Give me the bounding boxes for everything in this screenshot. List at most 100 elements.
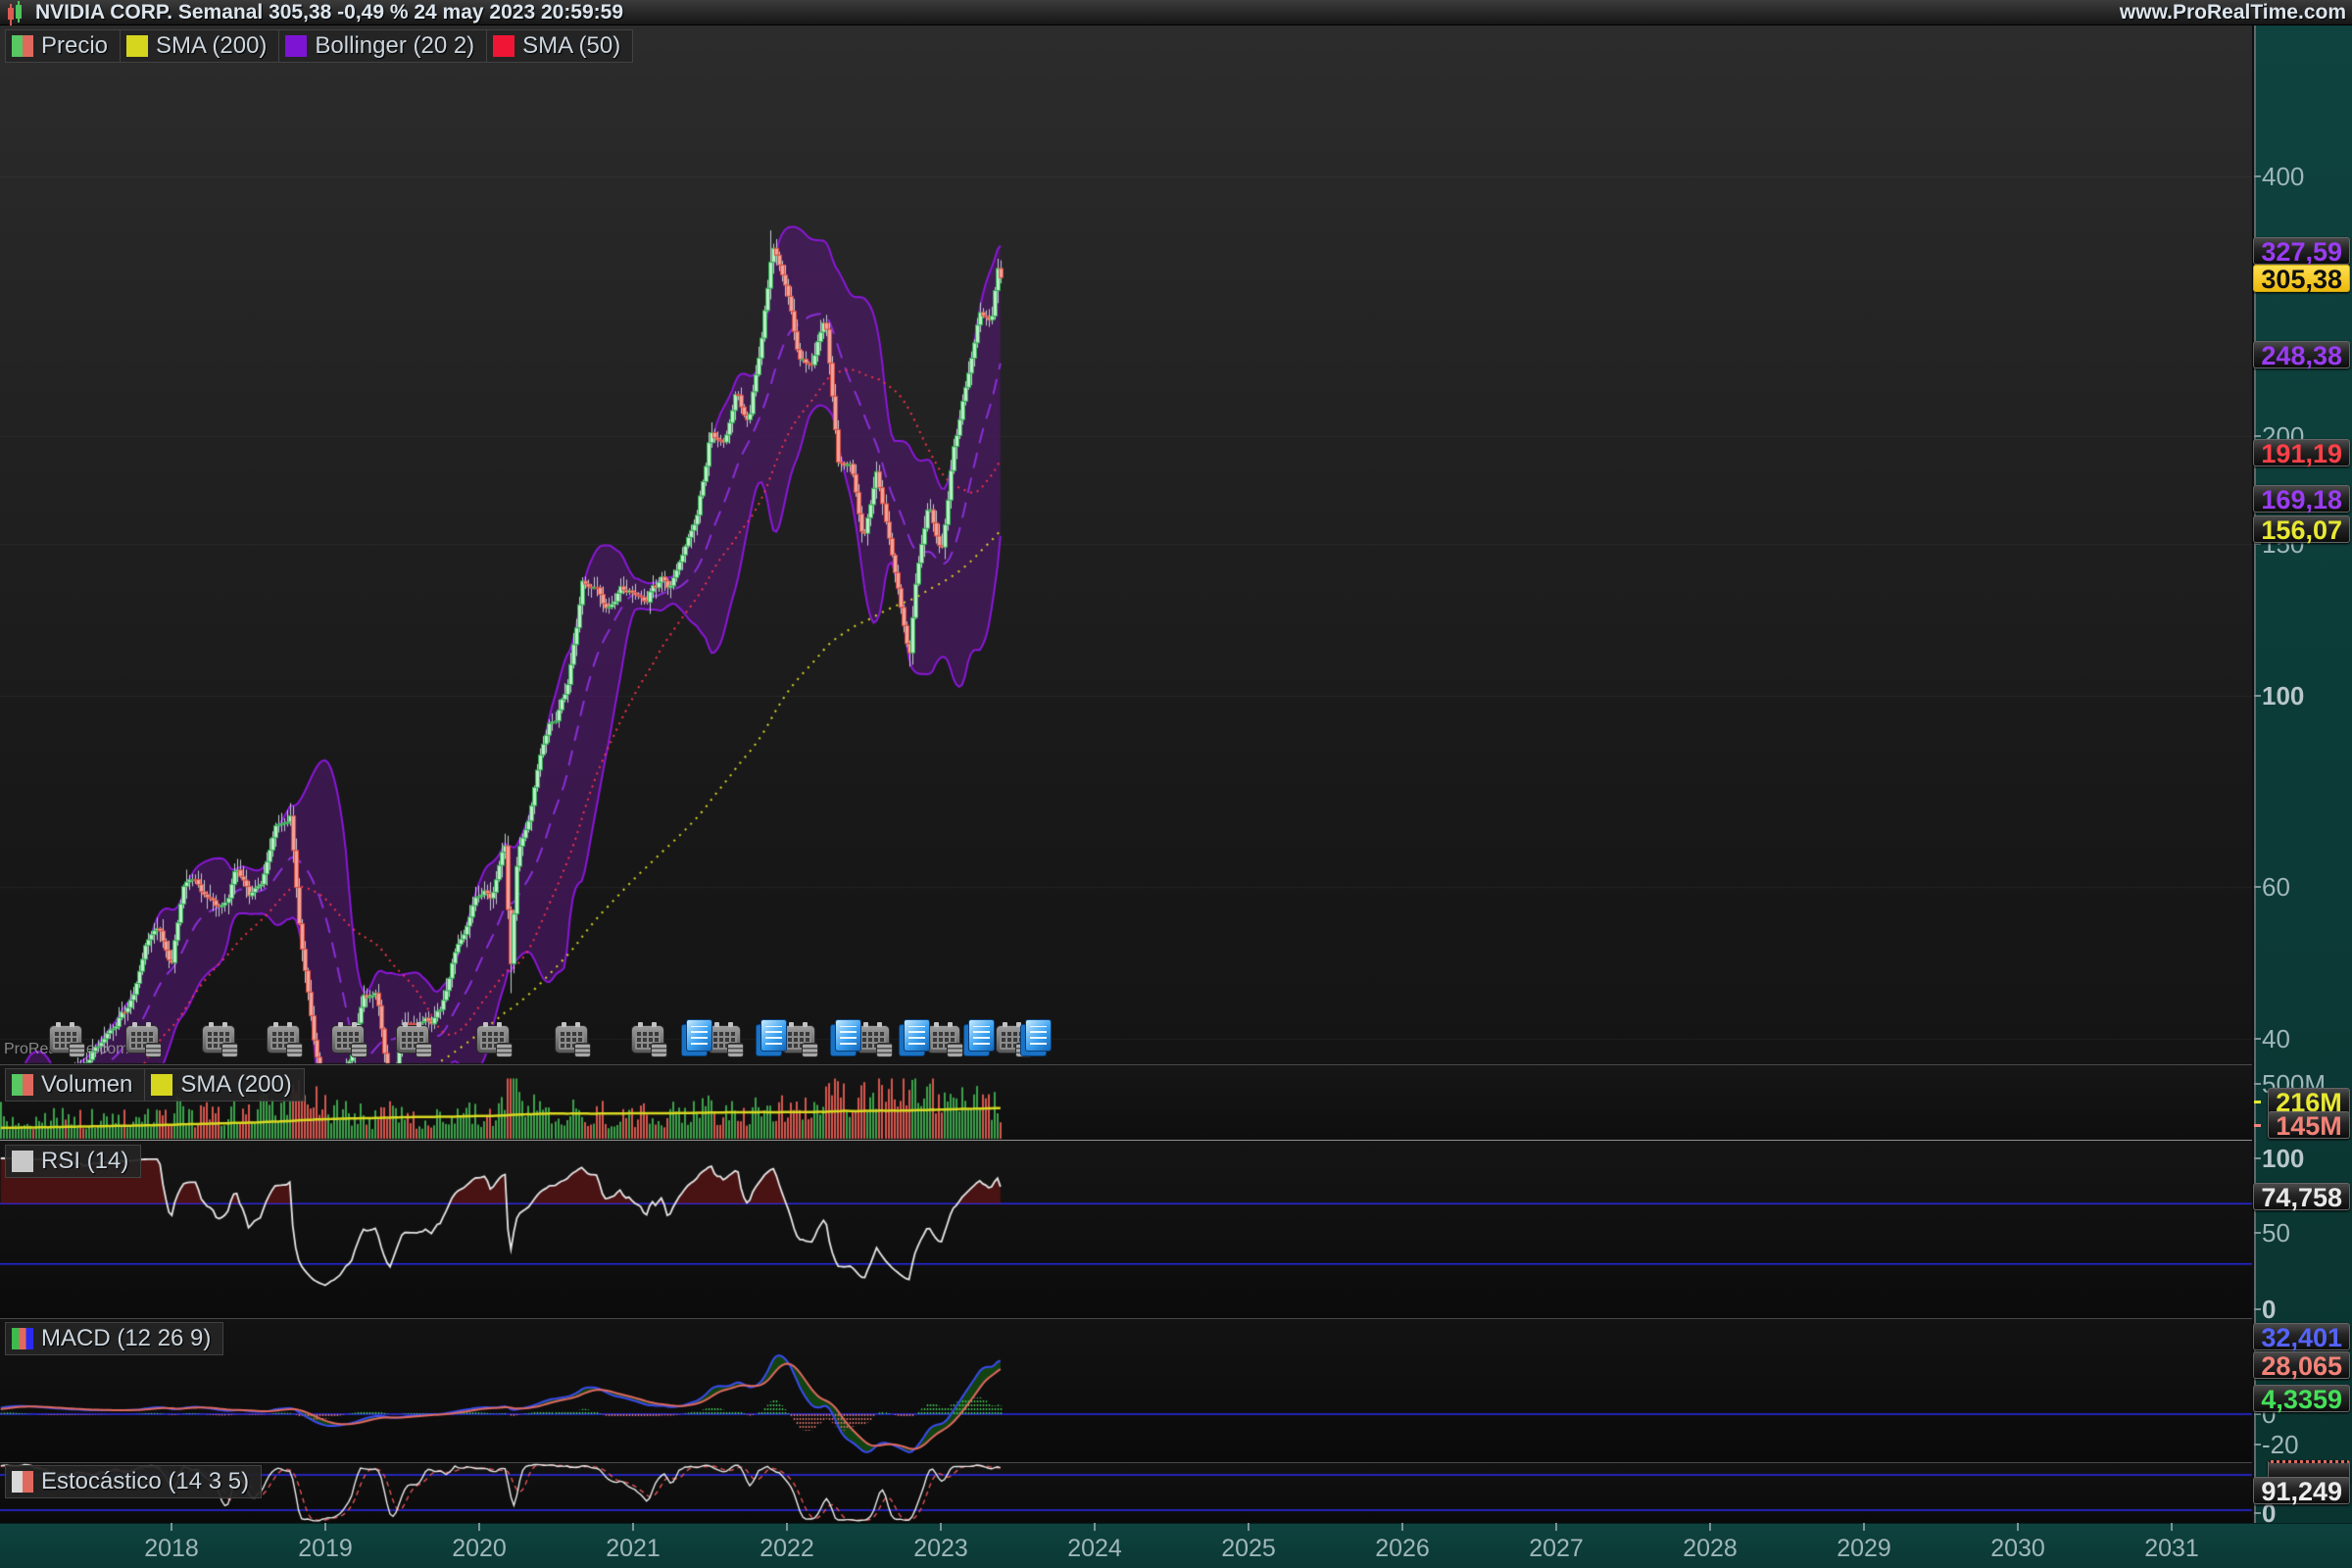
legend-label: SMA (200) — [180, 1071, 291, 1099]
year-label-2021: 2021 — [606, 1535, 661, 1563]
macd-histogram-badge: 4,3359 — [2253, 1385, 2350, 1412]
sma50-badge: 191,19 — [2253, 439, 2350, 466]
year-tick — [1709, 1523, 1711, 1531]
year-tick — [324, 1523, 326, 1531]
price-legend: Precio SMA (200) Bollinger (20 2) SMA (50) — [6, 29, 633, 63]
legend-color-chip — [12, 1151, 33, 1172]
rsi-badge: 74,758 — [2253, 1183, 2350, 1210]
year-label-2018: 2018 — [144, 1535, 199, 1563]
legend-color-chip — [126, 35, 148, 57]
axis-tick — [2254, 435, 2261, 437]
axis-tick — [2254, 1413, 2261, 1415]
panel-separator[interactable] — [0, 1140, 2252, 1141]
legend-volume-sma-200[interactable]: SMA (200) — [144, 1068, 304, 1102]
year-label-2031: 2031 — [2144, 1535, 2199, 1563]
legend-color-chip — [493, 35, 514, 57]
earnings-report-icon[interactable] — [835, 1019, 861, 1052]
candlestick-icon — [4, 1, 27, 24]
legend-stoch-estoc-stico-14-3-5[interactable]: Estocástico (14 3 5) — [5, 1465, 262, 1498]
coins-icon — [221, 1043, 238, 1057]
legend-label: Bollinger (20 2) — [315, 32, 474, 60]
panel-separator[interactable] — [0, 1064, 2252, 1065]
legend-label: RSI (14) — [41, 1148, 128, 1175]
legend-color-chip — [12, 1328, 33, 1349]
year-tick — [1863, 1523, 1865, 1531]
legend-price-bollinger-20-2[interactable]: Bollinger (20 2) — [278, 29, 487, 63]
axis-label: 60 — [2262, 873, 2290, 901]
coins-icon — [496, 1043, 513, 1057]
axis-tick — [2254, 1157, 2261, 1159]
year-label-2020: 2020 — [452, 1535, 507, 1563]
legend-price-precio[interactable]: Precio — [5, 29, 121, 63]
axis-tick — [2254, 695, 2261, 697]
legend-color-chip — [12, 1471, 33, 1493]
year-label-2026: 2026 — [1375, 1535, 1430, 1563]
year-label-2029: 2029 — [1837, 1535, 1891, 1563]
axis-label: 100 — [2262, 682, 2304, 710]
bollinger-upper-badge: 327,59 — [2253, 237, 2350, 265]
coins-icon — [286, 1043, 303, 1057]
coins-icon — [69, 1043, 85, 1057]
earnings-report-icon[interactable] — [686, 1019, 712, 1052]
legend-price-sma-50[interactable]: SMA (50) — [486, 29, 633, 63]
year-tick — [786, 1523, 788, 1531]
earnings-report-icon[interactable] — [904, 1019, 930, 1052]
year-tick — [1094, 1523, 1096, 1531]
title-bar: NVIDIA CORP. Semanal 305,38 -0,49 % 24 m… — [0, 0, 2352, 25]
legend-rsi-rsi-14[interactable]: RSI (14) — [5, 1145, 141, 1178]
year-tick — [1401, 1523, 1403, 1531]
panel-separator[interactable] — [0, 1462, 2252, 1463]
year-label-2027: 2027 — [1529, 1535, 1584, 1563]
axis-tick — [2254, 1232, 2261, 1234]
legend-price-sma-200[interactable]: SMA (200) — [120, 29, 279, 63]
prorealtime-website-link[interactable]: www.ProRealTime.com — [2120, 1, 2346, 24]
year-tick — [940, 1523, 942, 1531]
axis-label: 400 — [2262, 163, 2304, 190]
last-price-badge: 305,38 — [2253, 265, 2350, 292]
year-tick — [478, 1523, 480, 1531]
legend-color-chip — [151, 1074, 172, 1096]
sma200-badge: 156,07 — [2253, 515, 2350, 543]
legend-label: SMA (200) — [156, 32, 267, 60]
coins-icon — [351, 1043, 368, 1057]
axis-label: 100 — [2262, 1145, 2304, 1172]
legend-macd-macd-12-26-9[interactable]: MACD (12 26 9) — [5, 1322, 223, 1355]
value-tick — [2254, 1101, 2261, 1103]
legend-label: Estocástico (14 3 5) — [41, 1468, 249, 1495]
earnings-report-icon[interactable] — [1025, 1019, 1052, 1052]
coins-icon — [727, 1043, 744, 1057]
legend-label: Precio — [41, 32, 108, 60]
axis-tick — [2254, 175, 2261, 177]
year-label-2030: 2030 — [1990, 1535, 2045, 1563]
stochastic-legend: Estocástico (14 3 5) — [6, 1465, 262, 1498]
chart-title: NVIDIA CORP. Semanal 305,38 -0,49 % 24 m… — [35, 1, 623, 24]
legend-color-chip — [12, 1074, 33, 1096]
earnings-report-icon[interactable] — [968, 1019, 995, 1052]
axis-tick — [2254, 543, 2261, 545]
year-label-2028: 2028 — [1683, 1535, 1738, 1563]
year-tick — [171, 1523, 172, 1531]
panel-separator[interactable] — [0, 1318, 2252, 1319]
legend-label: MACD (12 26 9) — [41, 1325, 211, 1352]
earnings-report-icon[interactable] — [760, 1019, 787, 1052]
macd-legend: MACD (12 26 9) — [6, 1322, 223, 1355]
stochastic-k-badge: 91,249 — [2253, 1477, 2350, 1504]
bollinger-lower-badge: 169,18 — [2253, 485, 2350, 513]
year-label-2025: 2025 — [1221, 1535, 1276, 1563]
year-tick — [632, 1523, 634, 1531]
legend-label: Volumen — [41, 1071, 132, 1099]
chart-canvas[interactable] — [0, 0, 2352, 1568]
year-tick — [1555, 1523, 1557, 1531]
prorealtime-window: NVIDIA CORP. Semanal 305,38 -0,49 % 24 m… — [0, 0, 2352, 1568]
axis-tick — [2254, 1512, 2261, 1514]
axis-label: -20 — [2262, 1431, 2299, 1458]
year-label-2023: 2023 — [913, 1535, 968, 1563]
year-label-2019: 2019 — [298, 1535, 353, 1563]
bollinger-middle-badge: 248,38 — [2253, 341, 2350, 368]
macd-signal-badge: 28,065 — [2253, 1351, 2350, 1379]
volume-badge: 145M — [2268, 1111, 2350, 1139]
volume-legend: Volumen SMA (200) — [6, 1068, 305, 1102]
year-label-2024: 2024 — [1067, 1535, 1122, 1563]
legend-volume-volumen[interactable]: Volumen — [5, 1068, 145, 1102]
legend-color-chip — [12, 35, 33, 57]
